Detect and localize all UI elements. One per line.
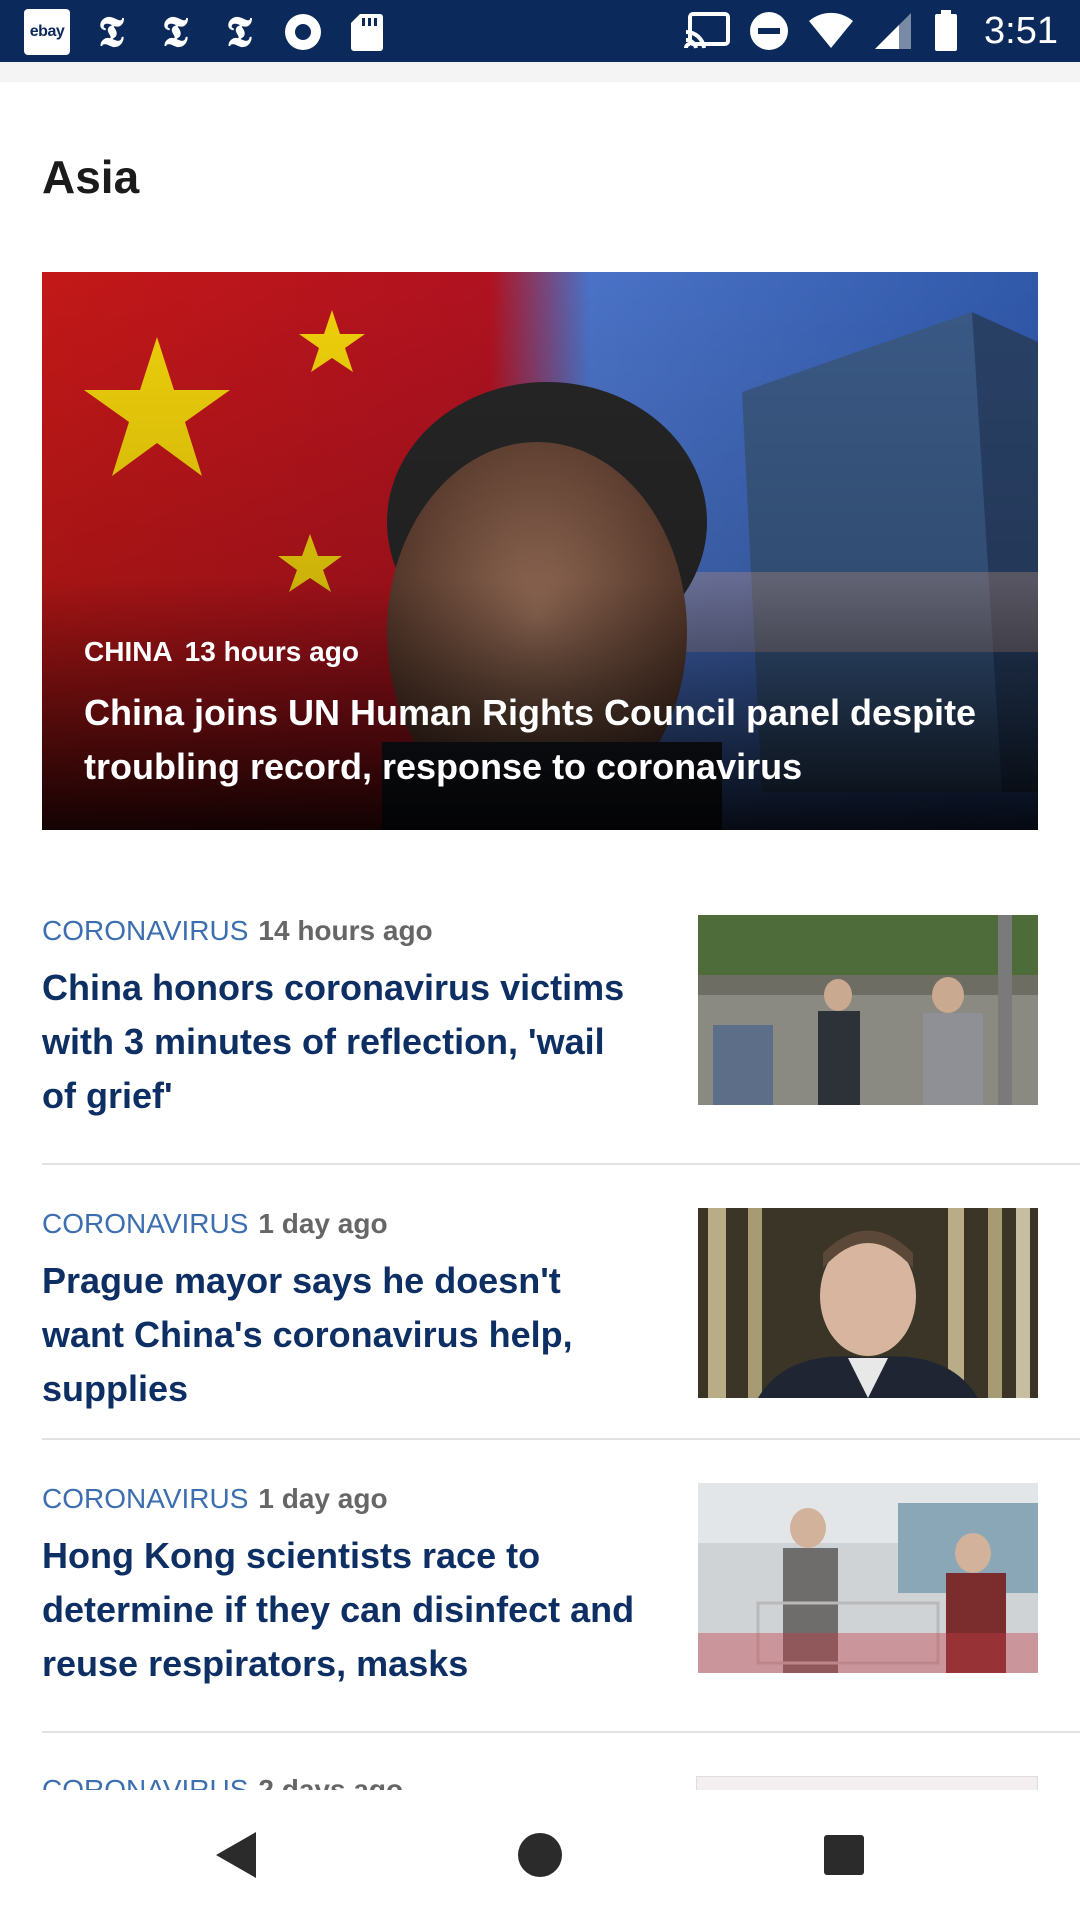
article-headline[interactable]: Hong Kong scientists race to determine i… [42, 1529, 642, 1691]
sd-card-icon [344, 9, 390, 55]
nyt-glyph: 𝕿 [162, 7, 188, 56]
navigation-bar [0, 1795, 1080, 1920]
section-title: Asia [42, 151, 140, 203]
hero-text: CHINA 13 hours ago China joins UN Human R… [84, 636, 984, 794]
article-category[interactable]: CORONAVIRUS [42, 915, 248, 946]
article-age: 1 day ago [258, 1483, 388, 1514]
signal-icon [870, 8, 916, 54]
hero-category[interactable]: CHINA [84, 636, 173, 667]
article-headline[interactable]: Prague mayor says he doesn't want China'… [42, 1254, 642, 1416]
notification-icons: ebay 𝕿 𝕿 𝕿 [24, 9, 390, 55]
nyt-icon: 𝕿 [88, 9, 134, 55]
article-thumbnail[interactable] [696, 1776, 1038, 1790]
status-bar: ebay 𝕿 𝕿 𝕿 3:51 [0, 0, 1080, 62]
divider [42, 1438, 1080, 1440]
article-headline[interactable]: China honors coronavirus victims with 3 … [42, 961, 642, 1123]
hero-meta: CHINA 13 hours ago [84, 636, 984, 668]
article-category[interactable]: CORONAVIRUS [42, 1483, 248, 1514]
nyt-icon: 𝕿 [216, 9, 262, 55]
list-item[interactable]: CORONAVIRUS 1 day ago Hong Kong scientist… [42, 1483, 1038, 1723]
ebay-label: ebay [24, 9, 70, 55]
recents-button[interactable] [814, 1825, 874, 1885]
home-button[interactable] [510, 1825, 570, 1885]
nyt-glyph: 𝕿 [226, 7, 252, 56]
back-icon [216, 1832, 256, 1878]
article-text: CORONAVIRUS 1 day ago Prague mayor says h… [42, 1208, 642, 1416]
nyt-icon: 𝕿 [152, 9, 198, 55]
article-age: 1 day ago [258, 1208, 388, 1239]
wifi-icon [808, 8, 854, 54]
top-strip [0, 62, 1080, 82]
article-thumbnail[interactable] [698, 1483, 1038, 1673]
article-thumbnail[interactable] [698, 1208, 1038, 1398]
hero-headline[interactable]: China joins UN Human Rights Council pane… [84, 686, 984, 794]
list-item[interactable]: CORONAVIRUS 14 hours ago China honors cor… [42, 915, 1038, 1135]
back-button[interactable] [206, 1825, 266, 1885]
article-thumbnail[interactable] [698, 915, 1038, 1105]
nyt-glyph: 𝕿 [98, 7, 124, 56]
article-category[interactable]: CORONAVIRUS [42, 1776, 248, 1790]
battery-icon [932, 8, 960, 54]
home-icon [518, 1833, 562, 1877]
article-text: CORONAVIRUS 1 day ago Hong Kong scientist… [42, 1483, 642, 1691]
article-category[interactable]: CORONAVIRUS [42, 1208, 248, 1239]
clock: 3:51 [984, 9, 1058, 52]
list-item[interactable]: CORONAVIRUS 2 days ago [42, 1776, 1038, 1790]
recents-icon [824, 1835, 864, 1875]
record-icon [280, 9, 326, 55]
article-age: 14 hours ago [258, 915, 433, 946]
divider [42, 1163, 1080, 1165]
article-text: CORONAVIRUS 14 hours ago China honors cor… [42, 915, 642, 1123]
divider [42, 1731, 1080, 1733]
list-item[interactable]: CORONAVIRUS 1 day ago Prague mayor says h… [42, 1208, 1038, 1409]
cast-icon [684, 8, 731, 54]
article-age: 2 days ago [258, 1776, 403, 1790]
do-not-disturb-icon [746, 8, 792, 54]
hero-article[interactable]: CHINA 13 hours ago China joins UN Human R… [42, 272, 1038, 830]
system-icons: 3:51 [684, 8, 1058, 54]
ebay-icon: ebay [24, 9, 70, 55]
article-text: CORONAVIRUS 2 days ago [42, 1776, 642, 1790]
hero-age: 13 hours ago [184, 636, 359, 667]
